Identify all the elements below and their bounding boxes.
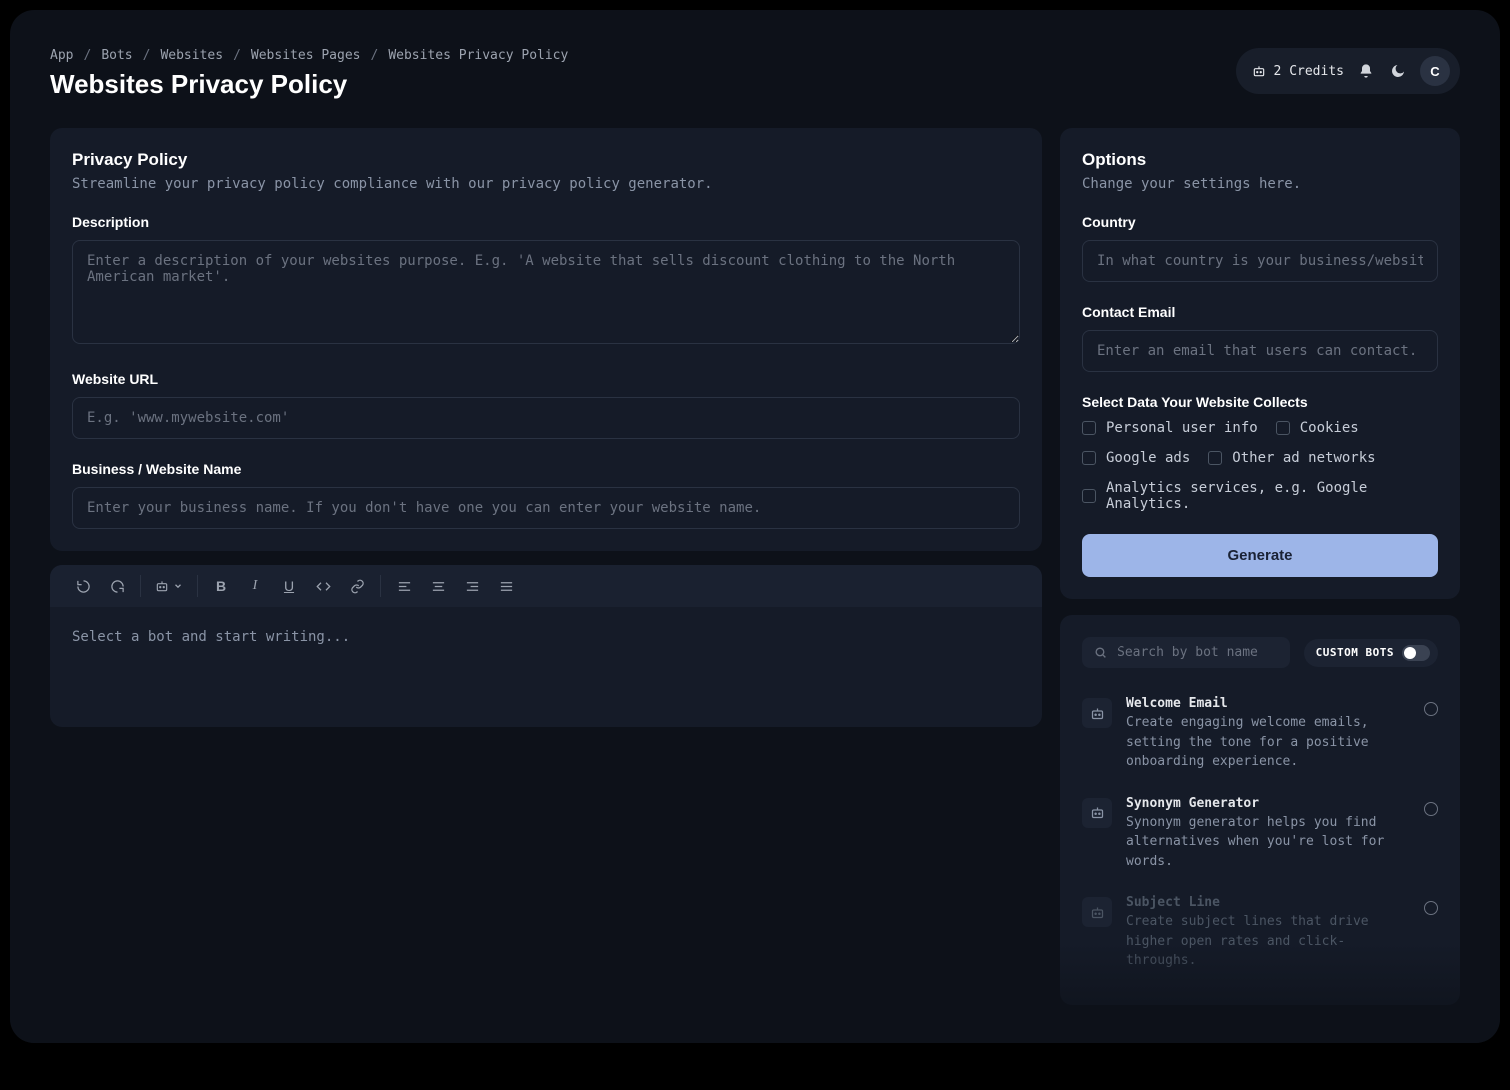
description-label: Description — [72, 214, 1020, 230]
bot-search-input[interactable] — [1117, 645, 1278, 660]
editor-card: B I U Select a bot and start writing. — [50, 565, 1042, 727]
url-label: Website URL — [72, 371, 1020, 387]
search-icon — [1094, 646, 1107, 659]
breadcrumb-item[interactable]: Bots — [101, 48, 132, 63]
bot-item-subject-line[interactable]: Subject Line Create subject lines that d… — [1082, 883, 1438, 983]
checkbox-other-ads[interactable]: Other ad networks — [1208, 450, 1375, 466]
bot-name: Subject Line — [1126, 895, 1410, 910]
align-right-icon[interactable] — [457, 571, 487, 601]
breadcrumb-sep: / — [233, 48, 241, 63]
radio-icon[interactable] — [1424, 802, 1438, 816]
credits-label: 2 Credits — [1274, 64, 1344, 79]
breadcrumb-sep: / — [83, 48, 91, 63]
bot-item-welcome-email[interactable]: Welcome Email Create engaging welcome em… — [1082, 684, 1438, 784]
data-collects-label: Select Data Your Website Collects — [1082, 394, 1438, 410]
bot-item-synonym-generator[interactable]: Synonym Generator Synonym generator help… — [1082, 784, 1438, 884]
breadcrumb-item: Websites Privacy Policy — [388, 48, 568, 63]
bot-name: Welcome Email — [1126, 696, 1410, 711]
custom-bots-toggle[interactable]: CUSTOM BOTS — [1304, 639, 1438, 667]
business-name-input[interactable] — [72, 487, 1020, 529]
bots-card: CUSTOM BOTS Welcome Email Create engagin… — [1060, 615, 1460, 1005]
bot-search[interactable] — [1082, 637, 1290, 668]
options-subtitle: Change your settings here. — [1082, 176, 1438, 192]
underline-icon[interactable]: U — [274, 571, 304, 601]
align-justify-icon[interactable] — [491, 571, 521, 601]
generate-button[interactable]: Generate — [1082, 534, 1438, 577]
bot-icon — [1082, 798, 1112, 828]
ai-menu-button[interactable] — [149, 571, 189, 601]
undo-icon[interactable] — [68, 571, 98, 601]
breadcrumb-sep: / — [143, 48, 151, 63]
bold-icon[interactable]: B — [206, 571, 236, 601]
breadcrumb-sep: / — [370, 48, 378, 63]
radio-icon[interactable] — [1424, 702, 1438, 716]
business-name-label: Business / Website Name — [72, 461, 1020, 477]
bot-desc: Create engaging welcome emails, setting … — [1126, 713, 1410, 772]
checkbox-personal-info[interactable]: Personal user info — [1082, 420, 1258, 436]
privacy-form-card: Privacy Policy Streamline your privacy p… — [50, 128, 1042, 551]
link-icon[interactable] — [342, 571, 372, 601]
radio-icon[interactable] — [1424, 901, 1438, 915]
options-title: Options — [1082, 150, 1438, 170]
bot-name: Synonym Generator — [1126, 796, 1410, 811]
checkbox-google-ads[interactable]: Google ads — [1082, 450, 1190, 466]
checkbox-analytics[interactable]: Analytics services, e.g. Google Analytic… — [1082, 480, 1438, 512]
country-input[interactable] — [1082, 240, 1438, 282]
bot-icon — [1252, 64, 1266, 78]
bot-desc: Synonym generator helps you find alterna… — [1126, 813, 1410, 872]
code-icon[interactable] — [308, 571, 338, 601]
options-card: Options Change your settings here. Count… — [1060, 128, 1460, 599]
align-center-icon[interactable] — [423, 571, 453, 601]
bot-icon — [1082, 897, 1112, 927]
form-title: Privacy Policy — [72, 150, 1020, 170]
bot-desc: Create subject lines that drive higher o… — [1126, 912, 1410, 971]
url-input[interactable] — [72, 397, 1020, 439]
avatar[interactable]: C — [1420, 56, 1450, 86]
italic-icon[interactable]: I — [240, 571, 270, 601]
toggle-switch[interactable] — [1402, 645, 1430, 661]
align-left-icon[interactable] — [389, 571, 419, 601]
email-label: Contact Email — [1082, 304, 1438, 320]
custom-bots-label: CUSTOM BOTS — [1316, 646, 1394, 659]
bot-icon — [1082, 698, 1112, 728]
breadcrumb-item[interactable]: Websites — [160, 48, 223, 63]
breadcrumb-item[interactable]: App — [50, 48, 73, 63]
credits-button[interactable]: 2 Credits — [1252, 64, 1344, 79]
redo-icon[interactable] — [102, 571, 132, 601]
checkbox-cookies[interactable]: Cookies — [1276, 420, 1359, 436]
breadcrumb-item[interactable]: Websites Pages — [251, 48, 361, 63]
theme-toggle-icon[interactable] — [1388, 61, 1408, 81]
breadcrumb: App / Bots / Websites / Websites Pages /… — [50, 48, 568, 63]
country-label: Country — [1082, 214, 1438, 230]
editor-toolbar: B I U — [50, 565, 1042, 607]
description-input[interactable] — [72, 240, 1020, 344]
chevron-down-icon — [173, 581, 183, 591]
header-actions: 2 Credits C — [1236, 48, 1460, 94]
editor-body[interactable]: Select a bot and start writing... — [50, 607, 1042, 727]
notifications-icon[interactable] — [1356, 61, 1376, 81]
email-input[interactable] — [1082, 330, 1438, 372]
form-subtitle: Streamline your privacy policy complianc… — [72, 176, 1020, 192]
page-title: Websites Privacy Policy — [50, 69, 568, 100]
